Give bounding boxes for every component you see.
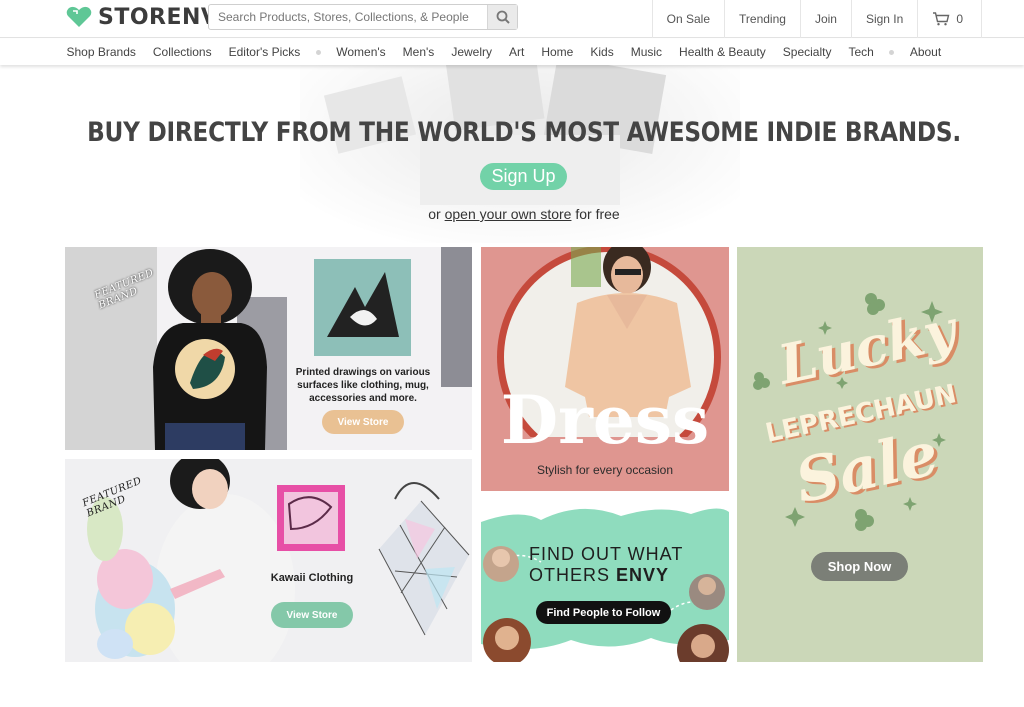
nav-mens[interactable]: Men's — [394, 45, 443, 59]
nav-home[interactable]: Home — [533, 45, 582, 59]
view-store-button-1[interactable]: View Store — [322, 410, 404, 434]
sign-in-link[interactable]: Sign In — [850, 0, 917, 38]
join-link[interactable]: Join — [799, 0, 851, 38]
nav-music[interactable]: Music — [622, 45, 670, 59]
search-icon — [496, 10, 510, 24]
find-people-heading-envy: ENVY — [616, 565, 670, 585]
view-store-button-2[interactable]: View Store — [271, 602, 353, 628]
top-header: STORENVY On Sale Trending Join Sign In 0 — [0, 0, 1024, 38]
find-people-button[interactable]: Find People to Follow — [536, 601, 671, 624]
hero-title: BUY DIRECTLY FROM THE WORLD'S MOST AWESO… — [87, 117, 961, 148]
trending-link[interactable]: Trending — [724, 0, 800, 38]
search-bar — [208, 4, 518, 30]
search-button[interactable] — [487, 5, 517, 29]
lucky-sale-card[interactable]: Lucky LEPRECHAUN Sale Shop Now — [737, 247, 983, 662]
dress-title: Dress — [500, 381, 710, 459]
nav-health-beauty[interactable]: Health & Beauty — [671, 45, 775, 59]
nav-kids[interactable]: Kids — [582, 45, 622, 59]
nav-separator-dot — [889, 49, 895, 55]
cart-icon — [933, 12, 950, 26]
sign-up-button[interactable]: Sign Up — [480, 163, 567, 190]
nav-art[interactable]: Art — [501, 45, 533, 59]
hero-section: BUY DIRECTLY FROM THE WORLD'S MOST AWESO… — [0, 65, 1024, 243]
featured-brand-card-2[interactable]: FEATURED BRAND Kawaii Clothing View Stor… — [65, 459, 472, 662]
nav-womens[interactable]: Women's — [328, 45, 394, 59]
search-input[interactable] — [209, 5, 487, 29]
hero-subtext: or open your own store for free — [0, 206, 1024, 222]
nav-editors-picks[interactable]: Editor's Picks — [220, 45, 309, 59]
hero-sub-suffix: for free — [575, 206, 620, 222]
nav-separator-dot — [315, 49, 321, 55]
find-people-heading-line1: FIND OUT WHAT — [529, 544, 684, 564]
nav-shop-brands[interactable]: Shop Brands — [58, 45, 144, 59]
nav-about[interactable]: About — [901, 45, 949, 59]
featured-brand-2-title: Kawaii Clothing — [270, 572, 354, 584]
find-people-card[interactable]: FIND OUT WHAT OTHERS ENVY Find People to… — [481, 500, 729, 662]
header-links: On Sale Trending Join Sign In 0 — [651, 0, 982, 38]
featured-brand-1-description: Printed drawings on various surfaces lik… — [295, 367, 431, 404]
heart-logo-icon — [66, 6, 92, 28]
nav-specialty[interactable]: Specialty — [774, 45, 840, 59]
nav-tech[interactable]: Tech — [840, 45, 882, 59]
dress-subtitle: Stylish for every occasion — [536, 463, 674, 477]
cart-count: 0 — [956, 12, 963, 26]
find-people-heading-others: OTHERS — [529, 565, 617, 585]
nav-jewelry[interactable]: Jewelry — [443, 45, 501, 59]
on-sale-link[interactable]: On Sale — [651, 0, 724, 38]
open-store-link[interactable]: open your own store — [445, 206, 572, 222]
dress-promo-card[interactable]: Dress Stylish for every occasion — [481, 247, 729, 491]
cart-link[interactable]: 0 — [917, 0, 982, 38]
category-nav: Shop Brands Collections Editor's Picks W… — [0, 39, 1024, 65]
hero-sub-prefix: or — [428, 206, 441, 222]
find-people-heading-line2: OTHERS ENVY — [529, 565, 709, 585]
shop-now-button[interactable]: Shop Now — [811, 552, 908, 581]
featured-brand-card-1[interactable]: FEATURED BRAND Printed drawings on vario… — [65, 247, 472, 450]
nav-collections[interactable]: Collections — [144, 45, 220, 59]
